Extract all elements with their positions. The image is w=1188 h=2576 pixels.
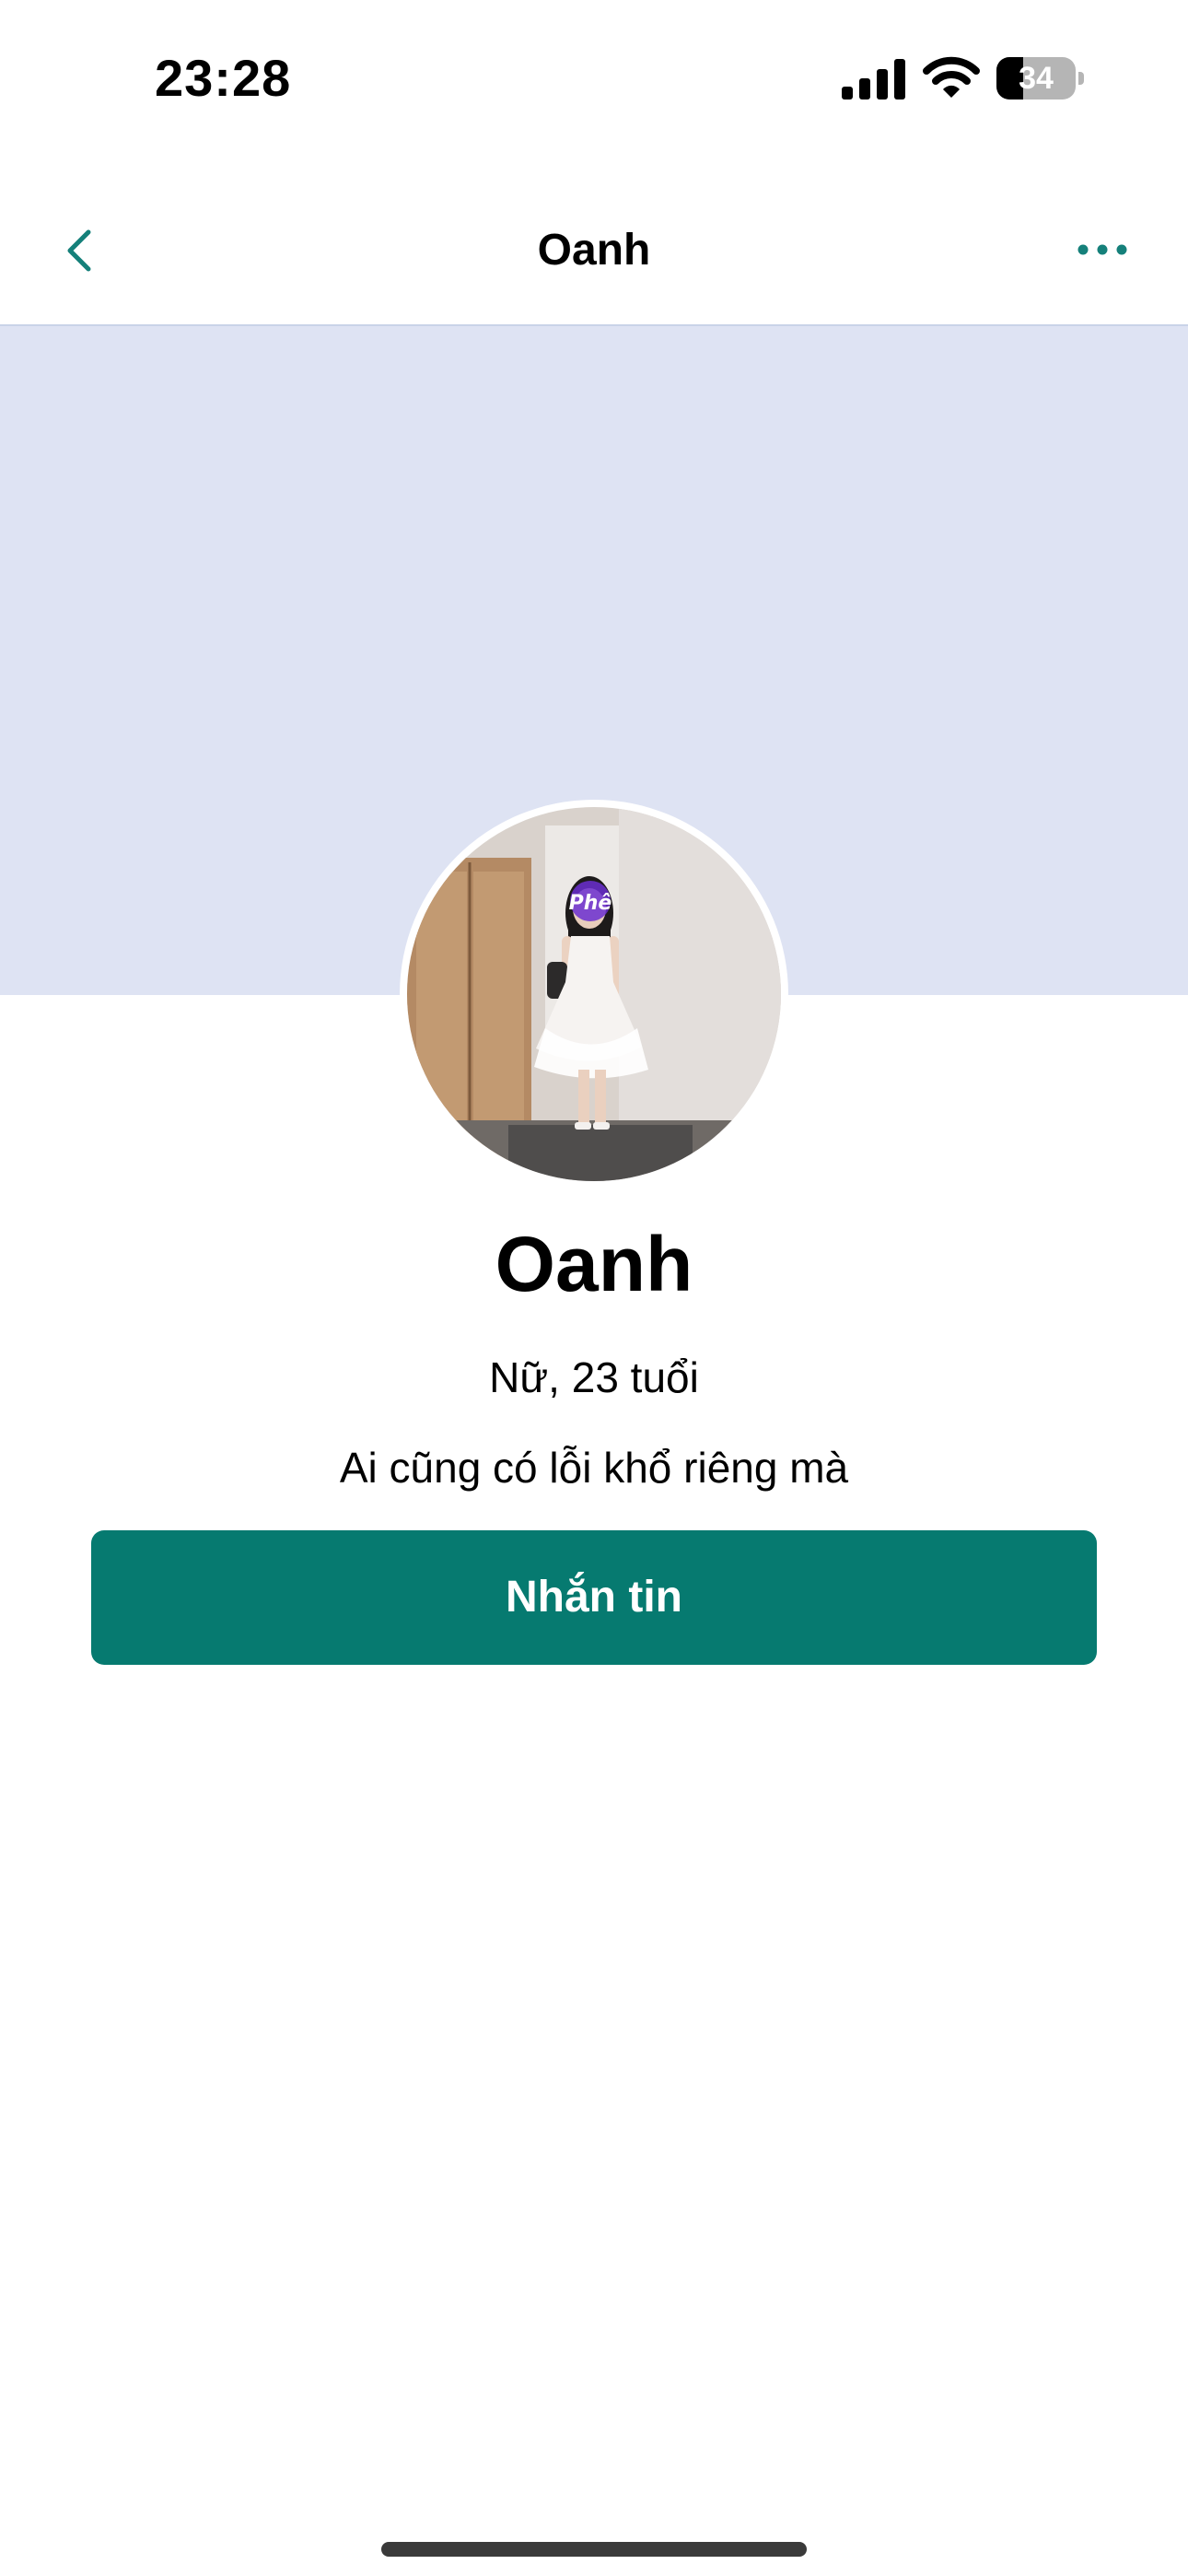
profile-gender-age: Nữ, 23 tuổi bbox=[489, 1353, 699, 1401]
nav-title: Oanh bbox=[537, 226, 651, 275]
battery-level: 34 bbox=[1019, 61, 1054, 96]
avatar-photo: Phê bbox=[407, 807, 781, 1181]
back-button[interactable] bbox=[52, 214, 107, 287]
home-indicator[interactable] bbox=[381, 2542, 807, 2557]
wifi-icon bbox=[923, 55, 980, 100]
status-bar: 23:28 34 bbox=[0, 0, 1188, 157]
more-button[interactable] bbox=[1068, 223, 1142, 278]
message-button[interactable]: Nhắn tin bbox=[91, 1530, 1097, 1665]
battery-icon: 34 bbox=[996, 57, 1085, 100]
avatar[interactable]: Phê bbox=[400, 800, 788, 1188]
signal-icon bbox=[842, 59, 906, 100]
chevron-left-icon bbox=[67, 229, 91, 272]
nav-bar: Oanh bbox=[0, 175, 1188, 326]
avatar-sticker-text: Phê bbox=[569, 892, 612, 915]
profile-bio: Ai cũng có lỗi khổ riêng mà bbox=[339, 1444, 849, 1492]
status-time: 23:28 bbox=[155, 49, 292, 107]
ellipsis-icon bbox=[1077, 244, 1127, 255]
profile-name: Oanh bbox=[495, 1221, 693, 1307]
